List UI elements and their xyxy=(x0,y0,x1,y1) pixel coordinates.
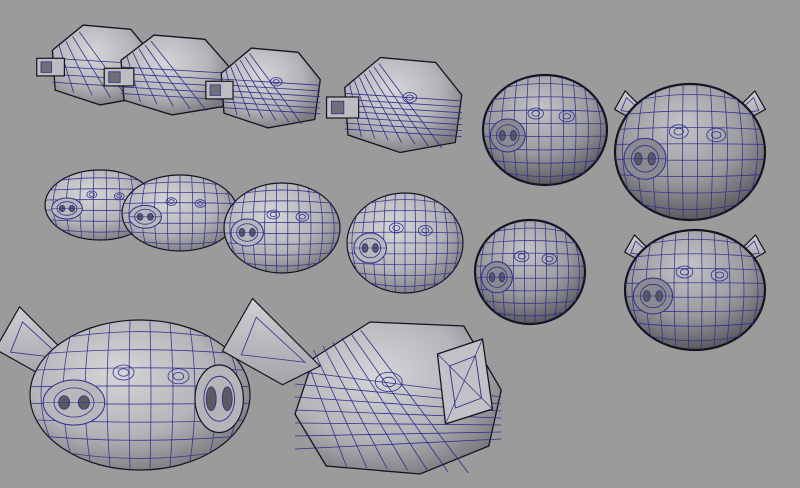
faceted-pig-mesh-icon[interactable] xyxy=(221,297,502,475)
modeling-viewport[interactable] xyxy=(0,0,800,488)
pig-head-mesh-icon[interactable] xyxy=(481,73,609,187)
pig-head-mesh-icon[interactable] xyxy=(473,218,587,326)
smooth-pig-mesh-icon[interactable] xyxy=(346,192,464,294)
smooth-pig-mesh-icon[interactable] xyxy=(223,182,341,274)
pig-head-ears-mesh-icon[interactable] xyxy=(613,82,767,222)
smooth-pig-mesh-icon[interactable] xyxy=(121,174,239,252)
boxy-pig-mesh-icon[interactable] xyxy=(325,56,463,154)
mesh-scene xyxy=(0,24,767,475)
pig-head-ears-mesh-icon[interactable] xyxy=(0,305,251,471)
pig-head-ears-mesh-icon[interactable] xyxy=(623,228,767,352)
